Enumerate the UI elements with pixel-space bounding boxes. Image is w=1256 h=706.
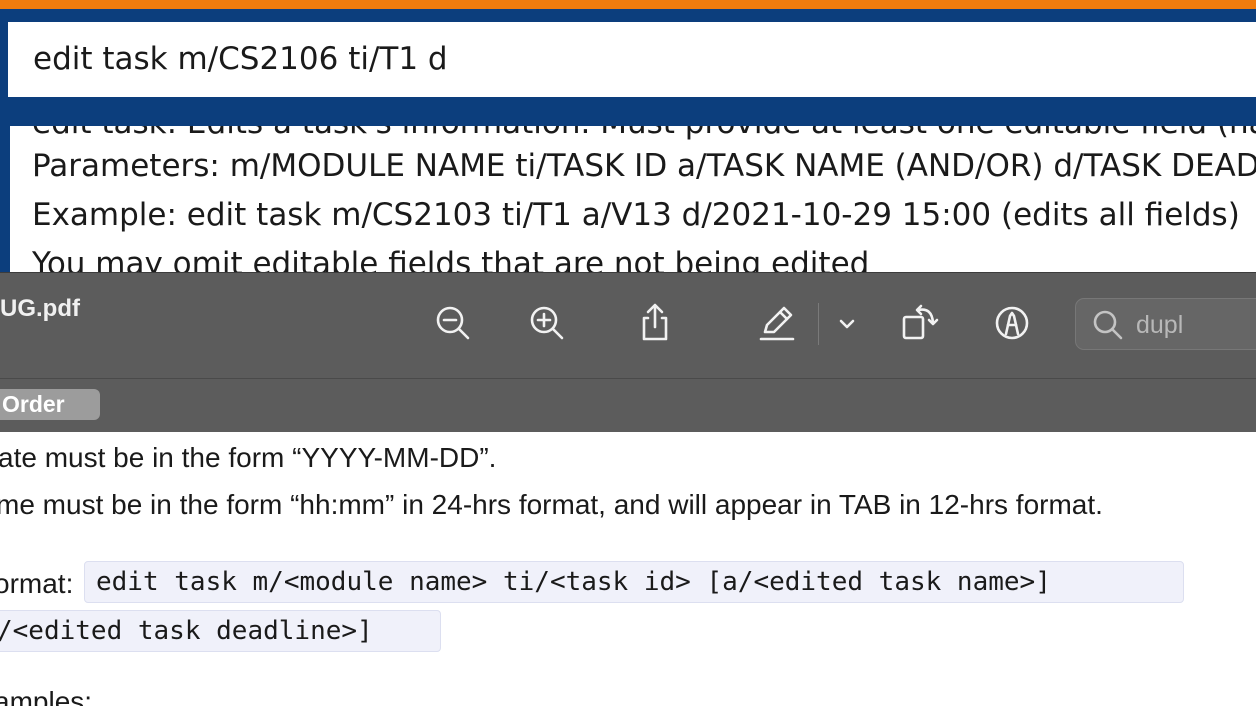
result-line-usage: edit task: Edits a task's information. M… (32, 126, 1256, 142)
zoom-in-icon[interactable] (525, 301, 569, 345)
app-window: edit task m/CS2106 ti/T1 d edit task: Ed… (0, 0, 1256, 272)
toolbar-divider (0, 378, 1256, 379)
format-code-line-2: /<edited task deadline>] (0, 610, 441, 652)
chevron-down-icon[interactable] (832, 301, 862, 345)
highlight-pen-icon[interactable] (755, 301, 799, 345)
search-field[interactable]: dupl (1075, 298, 1256, 350)
result-line-parameters: Parameters: m/MODULE NAME ti/TASK ID a/T… (32, 148, 1256, 184)
time-format-line: me must be in the form “hh:mm” in 24-hrs… (0, 489, 1103, 520)
examples-heading: amples: (0, 686, 93, 706)
date-format-line: ate must be in the form “YYYY-MM-DD”. (0, 442, 497, 473)
result-line-example: Example: edit task m/CS2103 ti/T1 a/V13 … (32, 197, 1240, 233)
document-title: UG.pdf (0, 295, 80, 322)
share-icon[interactable] (633, 301, 677, 345)
markup-icon[interactable] (990, 301, 1034, 345)
result-line-note: You may omit editable fields that are no… (32, 246, 870, 272)
format-code-line-1: edit task m/<module name> ti/<task id> [… (84, 561, 1184, 603)
command-input[interactable]: edit task m/CS2106 ti/T1 d (8, 22, 1256, 97)
pdf-page: ate must be in the form “YYYY-MM-DD”. me… (0, 432, 1256, 706)
search-input-value[interactable]: dupl (1136, 299, 1183, 351)
accent-bar (0, 0, 1256, 9)
order-button[interactable]: Order (0, 389, 100, 420)
pdf-toolbar: UG.pdf dupl Order (0, 272, 1256, 432)
zoom-out-icon[interactable] (431, 301, 475, 345)
rotate-icon[interactable] (898, 301, 942, 345)
result-display: edit task: Edits a task's information. M… (10, 126, 1256, 272)
search-icon (1093, 310, 1123, 340)
format-label: ormat: (0, 568, 74, 599)
toolbar-separator (818, 303, 819, 345)
